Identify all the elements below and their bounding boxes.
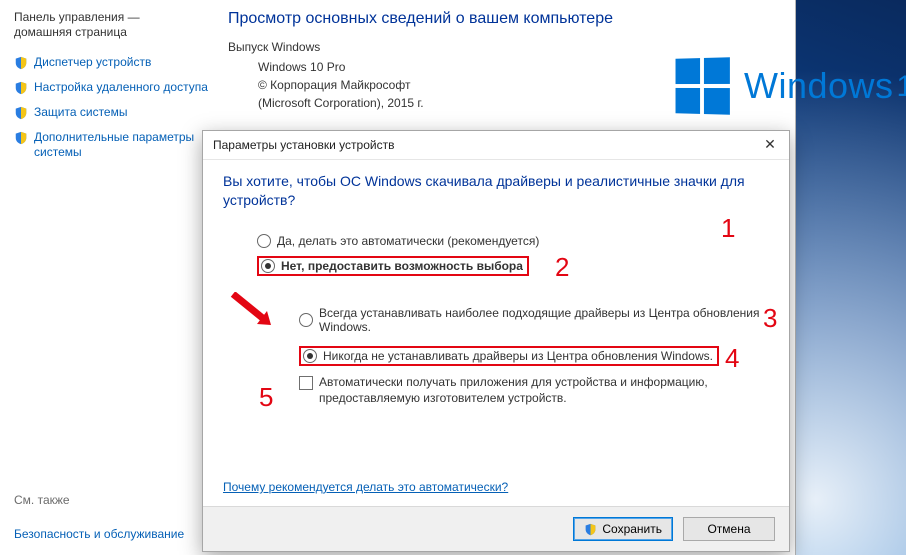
annotation-arrow-icon [229, 292, 273, 328]
close-icon: ✕ [764, 136, 776, 153]
annotation-3: 3 [763, 303, 777, 334]
sidebar-item-label: Защита системы [34, 105, 127, 120]
cp-heading: Просмотр основных сведений о вашем компь… [218, 0, 795, 32]
sidebar-item-label: Диспетчер устройств [34, 55, 151, 70]
annotation-4: 4 [725, 343, 739, 374]
radio-icon [299, 313, 313, 327]
dialog-button-bar: Сохранить Отмена [203, 506, 789, 551]
dialog-body: Вы хотите, чтобы ОС Windows скачивала др… [203, 160, 789, 506]
edition-section-label: Выпуск Windows [218, 32, 795, 58]
radio-auto-label: Да, делать это автоматически (рекомендуе… [277, 234, 539, 248]
windows-wordmark: Windows10 [744, 65, 906, 107]
radio-never-label: Никогда не устанавливать драйверы из Цен… [323, 349, 713, 363]
save-button[interactable]: Сохранить [573, 517, 673, 541]
shield-icon [14, 131, 28, 145]
cp-home-line2: домашняя страница [14, 25, 127, 39]
radio-manual-label: Нет, предоставить возможность выбора [281, 259, 523, 273]
dialog-question: Вы хотите, чтобы ОС Windows скачивала др… [223, 170, 773, 224]
shield-icon [14, 56, 28, 70]
checkbox-device-metadata[interactable]: Автоматически получать приложения для ус… [299, 366, 769, 406]
sidebar-item-remote[interactable]: Настройка удаленного доступа [0, 75, 218, 100]
sidebar-item-advanced[interactable]: Дополнительные параметры системы [0, 125, 218, 165]
shield-icon [14, 81, 28, 95]
checkbox-icon [299, 376, 313, 390]
sidebar-item-label: Настройка удаленного доступа [34, 80, 208, 95]
see-also-link-security[interactable]: Безопасность и обслуживание [14, 527, 184, 543]
shield-icon [584, 523, 597, 536]
radio-icon [303, 349, 317, 363]
radio-icon [261, 259, 275, 273]
cancel-button-label: Отмена [707, 522, 750, 536]
annotation-1: 1 [721, 213, 735, 244]
cp-sidebar: Панель управления — домашняя страница Ди… [0, 0, 218, 555]
sidebar-item-system-protection[interactable]: Защита системы [0, 100, 218, 125]
radio-always-install[interactable]: Всегда устанавливать наиболее подходящие… [299, 302, 773, 338]
dialog-titlebar[interactable]: Параметры установки устройств ✕ [203, 131, 789, 160]
cp-content: Просмотр основных сведений о вашем компь… [218, 0, 795, 112]
annotation-5: 5 [259, 382, 273, 413]
close-button[interactable]: ✕ [753, 133, 787, 155]
save-button-label: Сохранить [602, 522, 662, 536]
annotation-2: 2 [555, 252, 569, 283]
radio-never-install[interactable]: Никогда не устанавливать драйверы из Цен… [299, 346, 719, 366]
see-also-label: См. также [14, 493, 70, 507]
device-installation-settings-dialog: Параметры установки устройств ✕ Вы хотит… [202, 130, 790, 552]
shield-icon [14, 106, 28, 120]
radio-always-label: Всегда устанавливать наиболее подходящие… [319, 306, 773, 334]
dialog-title: Параметры установки устройств [213, 138, 394, 152]
sidebar-item-label: Дополнительные параметры системы [34, 130, 210, 160]
windows10-logo: Windows10 [674, 58, 906, 114]
why-recommended-link[interactable]: Почему рекомендуется делать это автомати… [223, 480, 508, 494]
windows-flag-icon [676, 57, 730, 114]
radio-icon [257, 234, 271, 248]
radio-manual[interactable]: Нет, предоставить возможность выбора [257, 256, 529, 276]
radio-auto[interactable]: Да, делать это автоматически (рекомендуе… [257, 230, 539, 252]
sidebar-item-device-manager[interactable]: Диспетчер устройств [0, 50, 218, 75]
cancel-button[interactable]: Отмена [683, 517, 775, 541]
cp-home-line1: Панель управления — [14, 10, 140, 24]
checkbox-metadata-label: Автоматически получать приложения для ус… [319, 374, 769, 406]
cp-home-link[interactable]: Панель управления — домашняя страница [0, 4, 218, 50]
